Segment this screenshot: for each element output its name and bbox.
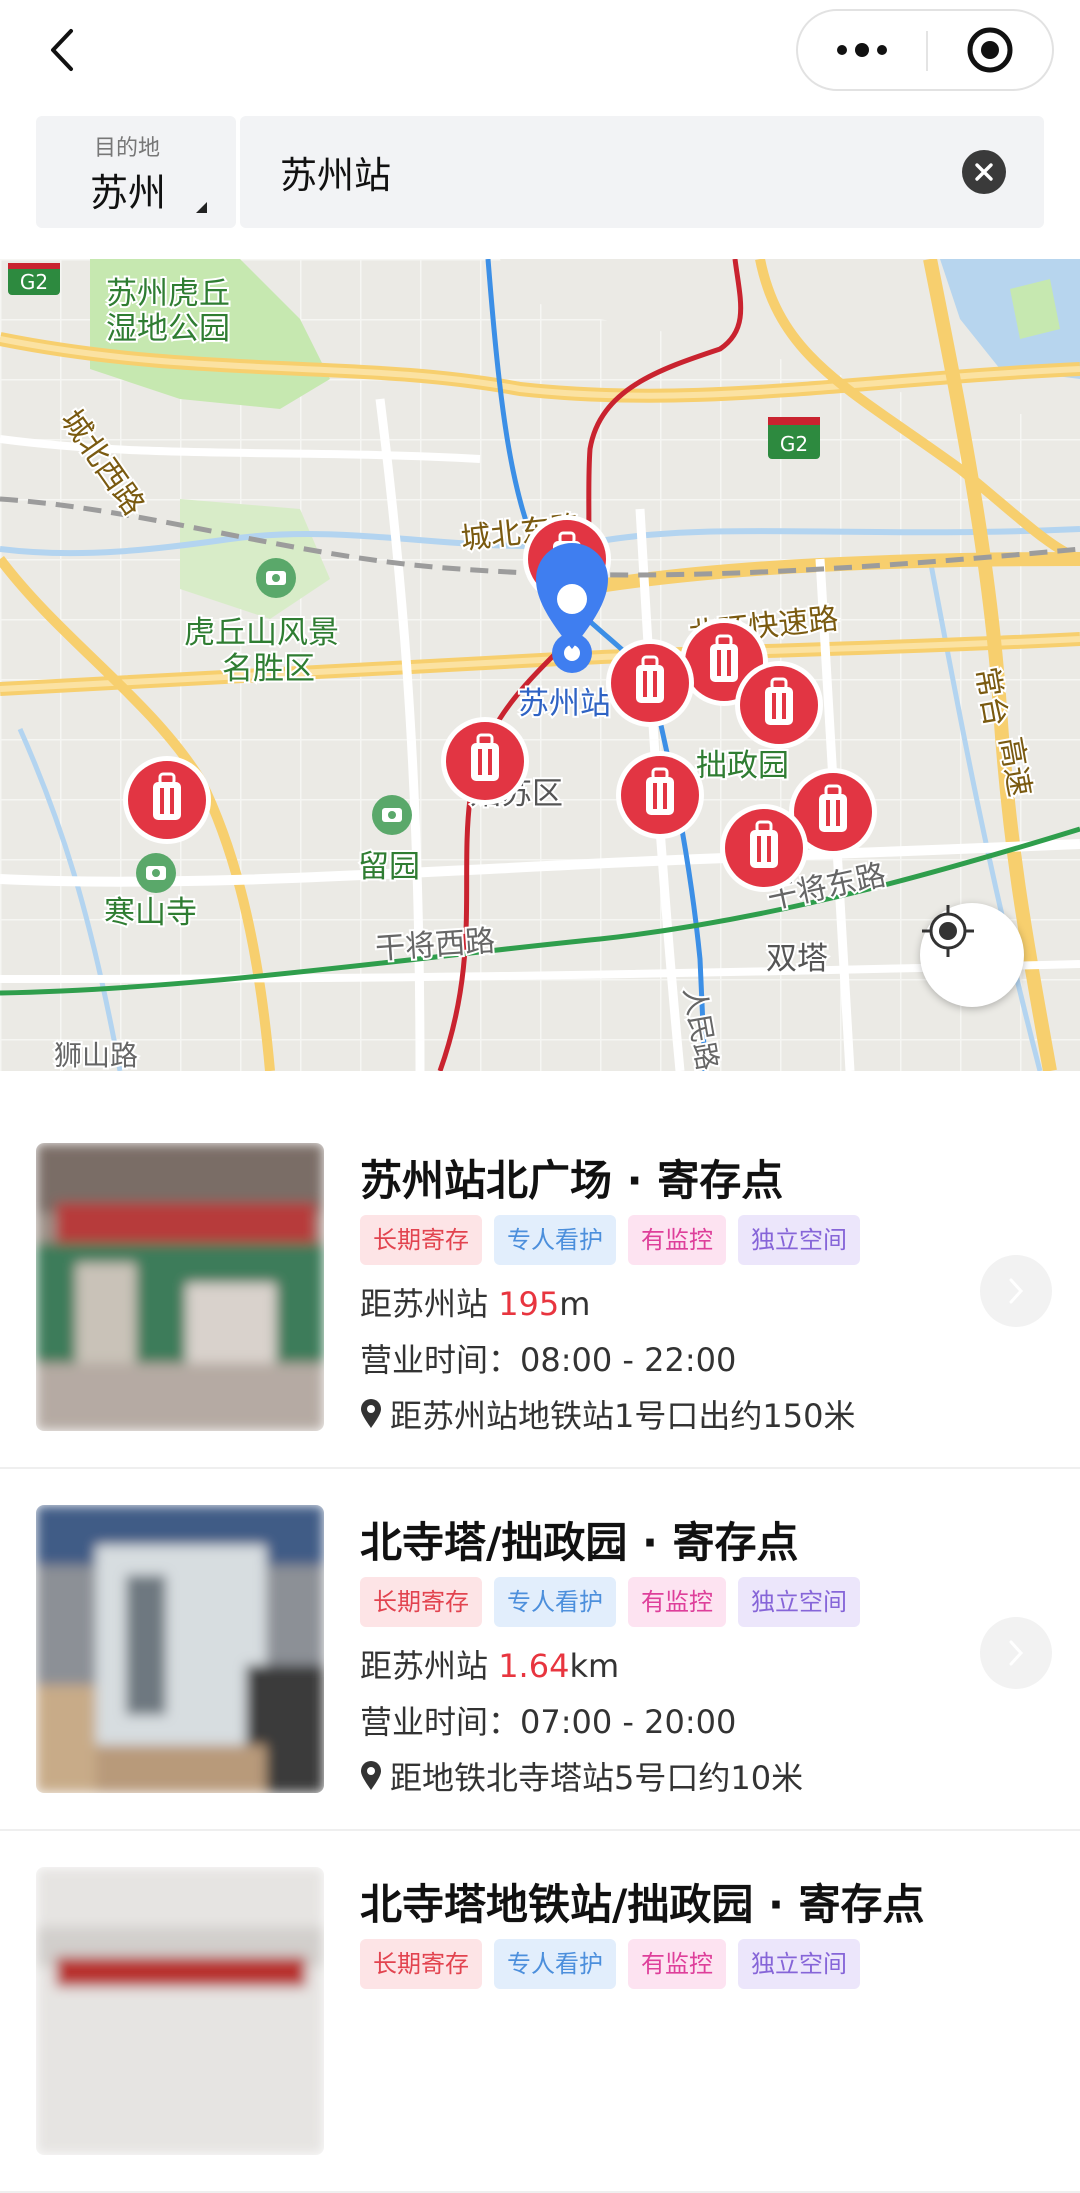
tag-monitored: 有监控 <box>628 1939 726 1989</box>
distance-value: 195 <box>498 1285 560 1323</box>
destination-label: 目的地 <box>94 136 161 161</box>
storage-title: 北寺塔/拙政园 · 寄存点 <box>360 1518 799 1567</box>
opening-hours: 营业时间：07:00 - 20:00 <box>360 1703 737 1741</box>
storage-card[interactable]: 北寺塔/拙政园 · 寄存点 长期寄存 专人看护 有监控 独立空间 距苏州站 1.… <box>0 1469 1080 1831</box>
luggage-marker[interactable] <box>606 639 694 727</box>
svg-text:G2: G2 <box>20 270 48 294</box>
target-icon <box>967 27 1013 73</box>
storage-card[interactable]: 北寺塔地铁站/拙政园 · 寄存点 长期寄存 专人看护 有监控 独立空间 <box>0 1831 1080 2193</box>
address-line: 距地铁北寺塔站5号口约10米 <box>360 1753 803 1799</box>
tag-long-term: 长期寄存 <box>360 1215 482 1265</box>
tag-monitored: 有监控 <box>628 1577 726 1627</box>
feature-tags: 长期寄存 专人看护 有监控 独立空间 <box>360 1577 860 1627</box>
scenic-spot-icon <box>136 853 176 893</box>
luggage-marker[interactable] <box>441 717 529 805</box>
card-detail-button[interactable] <box>980 1617 1052 1689</box>
back-button[interactable] <box>34 22 90 78</box>
tag-private-space: 独立空间 <box>738 1577 860 1627</box>
opening-hours: 营业时间：08:00 - 22:00 <box>360 1341 737 1379</box>
distance-text: 距苏州站 1.64km <box>360 1647 620 1685</box>
luggage-marker[interactable] <box>123 756 211 844</box>
card-detail-button[interactable] <box>980 1255 1052 1327</box>
feature-tags: 长期寄存 专人看护 有监控 独立空间 <box>360 1215 860 1265</box>
chevron-left-icon <box>51 29 73 71</box>
luggage-marker[interactable] <box>720 804 808 892</box>
storage-list: 苏州站北广场 · 寄存点 长期寄存 专人看护 有监控 独立空间 距苏州站 195… <box>0 1107 1080 2193</box>
mini-program-capsule <box>796 9 1054 91</box>
location-pin-icon <box>361 1399 381 1428</box>
map-label: 寒山寺 <box>104 895 197 931</box>
tag-private-space: 独立空间 <box>738 1939 860 1989</box>
dropdown-triangle-icon <box>196 202 207 213</box>
clear-icon <box>975 163 993 181</box>
map-view[interactable]: G2 G2 苏州虎丘 湿地公园 城北西路 城北东路 虎丘山风景 名胜区 北环快速… <box>0 259 1080 1071</box>
map-label: 留园 <box>358 849 420 885</box>
storage-card[interactable]: 苏州站北广场 · 寄存点 长期寄存 专人看护 有监控 独立空间 距苏州站 195… <box>0 1107 1080 1469</box>
search-input[interactable] <box>280 142 930 202</box>
highway-shield-g2: G2 <box>8 263 60 295</box>
tag-long-term: 长期寄存 <box>360 1577 482 1627</box>
map-label: 虎丘山风景 <box>184 615 339 651</box>
top-nav-bar <box>0 0 1080 106</box>
distance-value: 1.64 <box>498 1647 570 1685</box>
luggage-marker[interactable] <box>616 751 704 839</box>
highway-shield-g2: G2 <box>768 417 820 459</box>
address-text: 距苏州站地铁站1号口出约150米 <box>390 1397 856 1435</box>
luggage-marker[interactable] <box>735 661 823 749</box>
address-text: 距地铁北寺塔站5号口约10米 <box>390 1759 804 1797</box>
tag-long-term: 长期寄存 <box>360 1939 482 1989</box>
relocate-button[interactable] <box>920 903 1024 1007</box>
tag-monitored: 有监控 <box>628 1215 726 1265</box>
destination-city: 苏州 <box>90 171 167 215</box>
svg-text:G2: G2 <box>780 432 808 456</box>
scenic-spot-icon <box>256 558 296 598</box>
destination-selector[interactable]: 目的地 苏州 <box>36 116 236 228</box>
chevron-right-icon <box>1009 1640 1024 1666</box>
location-pin-icon <box>361 1761 381 1790</box>
storage-photo <box>36 1505 324 1793</box>
search-box <box>240 116 1044 228</box>
map-label: 双塔 <box>766 941 828 977</box>
address-line: 距苏州站地铁站1号口出约150米 <box>360 1391 855 1437</box>
storage-photo <box>36 1867 324 2155</box>
storage-title: 北寺塔地铁站/拙政园 · 寄存点 <box>360 1880 925 1929</box>
scenic-spot-icon <box>372 795 412 835</box>
map-label: 苏州站 <box>518 686 611 722</box>
map-label: 名胜区 <box>222 651 315 687</box>
more-dots-icon <box>837 43 887 57</box>
map-label: 拙政园 <box>696 748 789 784</box>
map-label: 苏州虎丘 <box>106 276 230 312</box>
close-miniprogram-button[interactable] <box>928 11 1052 89</box>
distance-text: 距苏州站 195m <box>360 1285 591 1323</box>
map-label: 湿地公园 <box>106 311 230 347</box>
map-label: 狮山路 <box>54 1039 138 1071</box>
tag-attendant: 专人看护 <box>494 1215 616 1265</box>
tag-attendant: 专人看护 <box>494 1939 616 1989</box>
map-canvas: G2 G2 苏州虎丘 湿地公园 城北西路 城北东路 虎丘山风景 名胜区 北环快速… <box>0 259 1080 1071</box>
tag-attendant: 专人看护 <box>494 1577 616 1627</box>
feature-tags: 长期寄存 专人看护 有监控 独立空间 <box>360 1939 860 1989</box>
more-button[interactable] <box>798 11 926 89</box>
clear-search-button[interactable] <box>962 150 1006 194</box>
tag-private-space: 独立空间 <box>738 1215 860 1265</box>
chevron-right-icon <box>1009 1278 1024 1304</box>
storage-title: 苏州站北广场 · 寄存点 <box>360 1156 784 1205</box>
storage-photo <box>36 1143 324 1431</box>
locate-crosshair-icon <box>922 905 974 957</box>
